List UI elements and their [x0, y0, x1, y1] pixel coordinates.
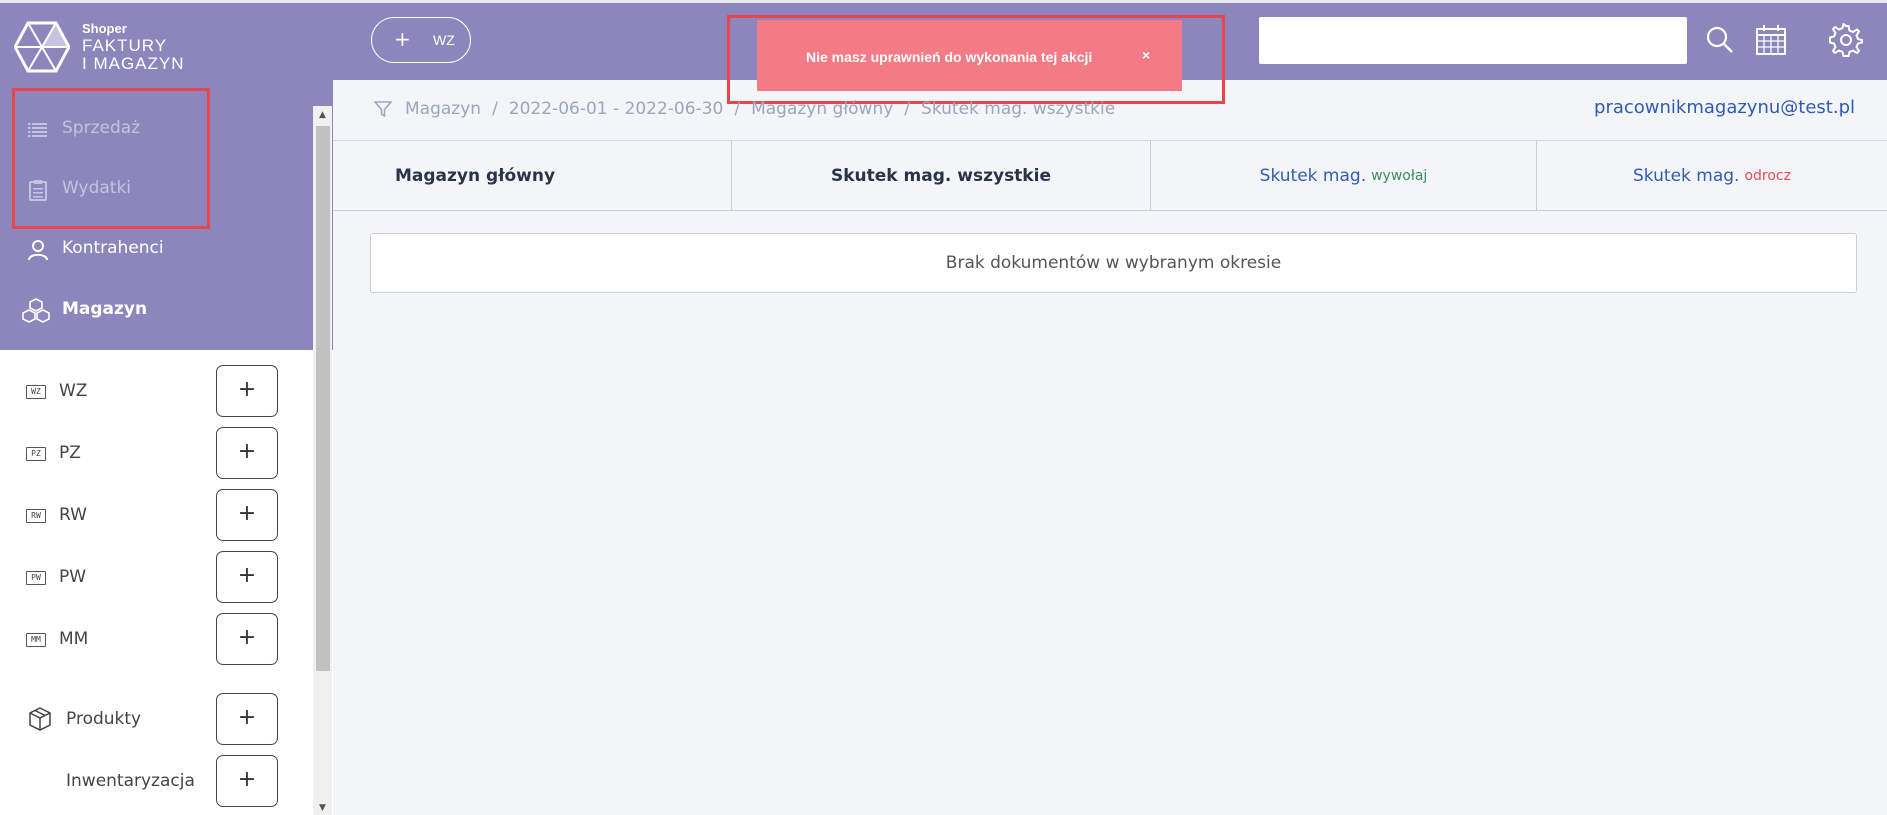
sidebar-item-label: Kontrahenci	[62, 238, 164, 258]
box-icon	[29, 707, 51, 731]
filter-icon[interactable]	[373, 99, 393, 119]
add-wz-button[interactable]: +	[216, 365, 278, 417]
doc-row-produkty[interactable]: Produkty +	[0, 690, 313, 750]
scroll-up-icon[interactable]: ▲	[313, 108, 332, 122]
mm-doc-icon: MM	[26, 633, 46, 647]
add-inventory-button[interactable]: +	[216, 755, 278, 807]
add-pw-button[interactable]: +	[216, 551, 278, 603]
add-rw-button[interactable]: +	[216, 489, 278, 541]
boxes-icon	[22, 298, 50, 323]
doc-row-rw[interactable]: RW RW +	[0, 486, 313, 546]
sidebar: Shoper FAKTURY I MAGAZYN Sprzedaż Wydatk…	[0, 3, 333, 815]
doc-label: WZ	[59, 381, 88, 401]
pz-doc-icon: PZ	[26, 447, 46, 461]
tab-skutek-odrocz[interactable]: Skutek mag. odrocz	[1537, 141, 1887, 210]
breadcrumb: Magazyn / 2022-06-01 - 2022-06-30 / Maga…	[373, 97, 1126, 121]
tab-sublabel: odrocz	[1744, 167, 1791, 184]
tab-skutek-wywolaj[interactable]: Skutek mag. wywołaj	[1151, 141, 1537, 210]
breadcrumb-item[interactable]: Magazyn	[405, 99, 481, 119]
breadcrumb-separator: /	[734, 99, 741, 119]
wz-doc-icon: WZ	[26, 385, 46, 399]
tab-label: Magazyn główny	[395, 165, 556, 186]
breadcrumb-item[interactable]: Magazyn główny	[751, 99, 893, 119]
sidebar-item-magazyn[interactable]: Magazyn	[0, 281, 313, 341]
add-pz-button[interactable]: +	[216, 427, 278, 479]
doc-label: PW	[59, 567, 87, 587]
brand-name: Shoper	[82, 21, 127, 36]
breadcrumb-separator: /	[492, 99, 498, 119]
add-product-button[interactable]: +	[216, 693, 278, 745]
add-mm-button[interactable]: +	[216, 613, 278, 665]
doc-row-wz[interactable]: WZ WZ +	[0, 362, 313, 422]
doc-row-pz[interactable]: PZ PZ +	[0, 424, 313, 484]
scrollbar-thumb[interactable]	[316, 126, 330, 671]
doc-label: Produkty	[66, 709, 142, 729]
sidebar-scrollbar[interactable]: ▲ ▼	[313, 106, 332, 815]
empty-state-message: Brak dokumentów w wybranym okresie	[370, 233, 1857, 293]
doc-label: RW	[59, 505, 87, 525]
tab-label: Skutek mag.	[1633, 165, 1740, 186]
sidebar-item-label: Magazyn	[62, 299, 148, 319]
calendar-icon[interactable]	[1754, 23, 1788, 57]
doc-row-inwentaryzacja[interactable]: Inwentaryzacja +	[0, 752, 313, 812]
user-email[interactable]: pracownikmagazynu@test.pl	[1594, 97, 1855, 118]
tab-sublabel: wywołaj	[1371, 167, 1428, 184]
pw-doc-icon: PW	[26, 571, 46, 585]
doc-label: Inwentaryzacja	[66, 771, 195, 791]
search-input[interactable]	[1259, 17, 1687, 64]
tab-skutek-wszystkie[interactable]: Skutek mag. wszystkie	[732, 141, 1151, 210]
doc-row-mm[interactable]: MM MM +	[0, 610, 313, 670]
rw-doc-icon: RW	[26, 509, 46, 523]
hexagon-logo-icon	[14, 21, 70, 73]
breadcrumb-separator: /	[904, 99, 911, 119]
doc-row-pw[interactable]: PW PW +	[0, 548, 313, 608]
doc-label: PZ	[59, 443, 81, 463]
tab-label: Skutek mag. wszystkie	[831, 165, 1051, 186]
highlight-box-toast	[727, 15, 1225, 104]
new-wz-label: WZ	[433, 32, 455, 48]
app-name-line2: I MAGAZYN	[82, 54, 185, 73]
new-wz-button[interactable]: + WZ	[371, 17, 471, 63]
app-name-line1: FAKTURY	[82, 36, 168, 55]
tab-label: Skutek mag.	[1259, 165, 1367, 186]
tab-magazyn-glowny[interactable]: Magazyn główny	[333, 141, 732, 210]
sidebar-item-kontrahenci[interactable]: Kontrahenci	[0, 220, 313, 280]
user-icon	[28, 240, 48, 261]
search-icon[interactable]	[1703, 23, 1737, 57]
app-logo[interactable]: Shoper FAKTURY I MAGAZYN	[14, 21, 204, 77]
breadcrumb-item[interactable]: Skutek mag. wszystkie	[921, 99, 1115, 119]
breadcrumb-item[interactable]: 2022-06-01 - 2022-06-30	[509, 99, 724, 119]
doc-label: MM	[59, 629, 89, 649]
scroll-down-icon[interactable]: ▼	[313, 801, 332, 815]
gear-icon[interactable]	[1829, 23, 1863, 57]
warehouse-tabs: Magazyn główny Skutek mag. wszystkie Sku…	[333, 140, 1887, 211]
plus-icon: +	[394, 27, 411, 51]
highlight-box-nav	[12, 88, 210, 229]
